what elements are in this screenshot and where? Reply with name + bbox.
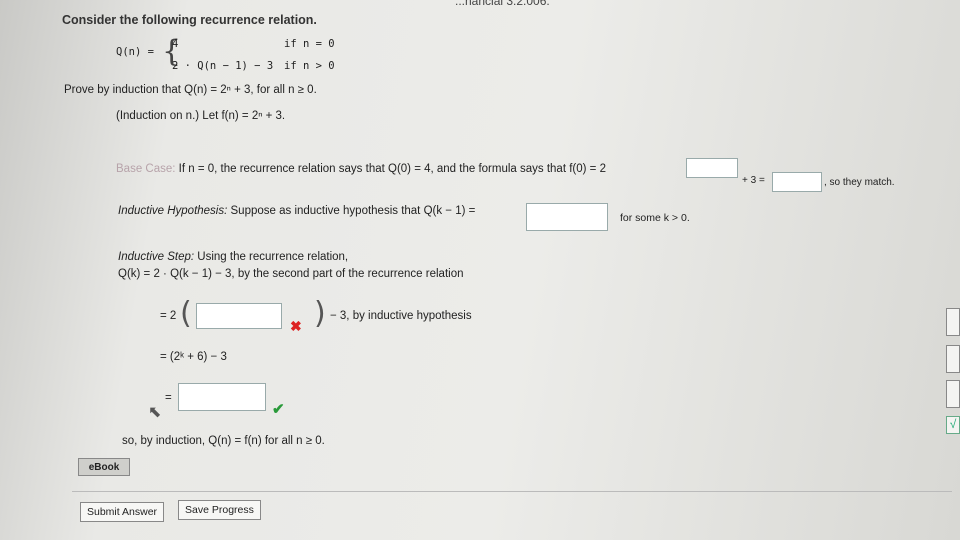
ebook-button[interactable]: eBook (78, 458, 130, 476)
base-case-label: Base Case: (116, 163, 176, 175)
save-progress-button[interactable]: Save Progress (178, 500, 261, 520)
base-case-result-input[interactable] (772, 172, 822, 192)
step-text: Using the recurrence relation, (194, 251, 349, 263)
submit-answer-button[interactable]: Submit Answer (80, 502, 165, 522)
hypothesis-for-some: for some k > 0. (620, 212, 690, 224)
case2-value: 2 · Q(n − 1) − 3 (172, 60, 274, 72)
step-hypothesis-input[interactable] (196, 303, 282, 329)
base-case-exponent-input[interactable] (686, 158, 738, 178)
case1-value: 4 (172, 38, 179, 50)
conclusion: so, by induction, Q(n) = f(n) for all n … (122, 435, 325, 447)
wrong-mark-icon: ✖ (290, 318, 302, 334)
step-label: Inductive Step: (118, 251, 195, 263)
mouse-pointer-icon: ⬉ (148, 404, 162, 421)
base-case-text: If n = 0, the recurrence relation says t… (175, 163, 606, 175)
base-case-line: Base Case: If n = 0, the recurrence rela… (116, 163, 606, 175)
side-check-icon[interactable]: √ (946, 416, 960, 434)
base-case-plus3: + 3 = (742, 175, 765, 186)
hypothesis-label: Inductive Hypothesis: (118, 205, 228, 217)
hypothesis-line: Inductive Hypothesis: Suppose as inducti… (118, 205, 475, 217)
correct-mark-icon: ✔ (272, 401, 285, 418)
case2-condition: if n > 0 (284, 60, 335, 72)
side-button-1[interactable] (946, 308, 960, 336)
case1-condition: if n = 0 (284, 38, 335, 50)
right-paren: ) (314, 296, 326, 331)
base-case-match: , so they match. (824, 177, 895, 188)
eq2-line: = (2ᵏ + 6) − 3 (160, 351, 227, 363)
hypothesis-text: Suppose as inductive hypothesis that Q(k… (227, 205, 476, 217)
problem-title: Consider the following recurrence relati… (62, 13, 317, 27)
prove-statement: Prove by induction that Q(n) = 2ⁿ + 3, f… (64, 84, 317, 96)
step-recurrence-line: Q(k) = 2 · Q(k − 1) − 3, by the second p… (118, 268, 464, 280)
induction-note: (Induction on n.) Let f(n) = 2ⁿ + 3. (116, 110, 286, 122)
page: ...nancial 3.2.006. Consider the followi… (0, 0, 960, 540)
side-button-3[interactable] (946, 380, 960, 408)
hypothesis-input[interactable] (526, 203, 608, 231)
eq3-prefix: = (165, 392, 172, 404)
recurrence-lhs: Q(n) = (116, 46, 154, 58)
eq1-prefix: = 2 (160, 310, 177, 322)
side-button-2[interactable] (946, 345, 960, 373)
step-final-input[interactable] (178, 383, 266, 411)
divider (72, 491, 952, 492)
eq1-suffix: − 3, by inductive hypothesis (330, 310, 472, 322)
header-fragment: ...nancial 3.2.006. (455, 0, 550, 8)
left-paren: ( (180, 296, 192, 331)
step-intro: Inductive Step: Using the recurrence rel… (118, 251, 348, 263)
